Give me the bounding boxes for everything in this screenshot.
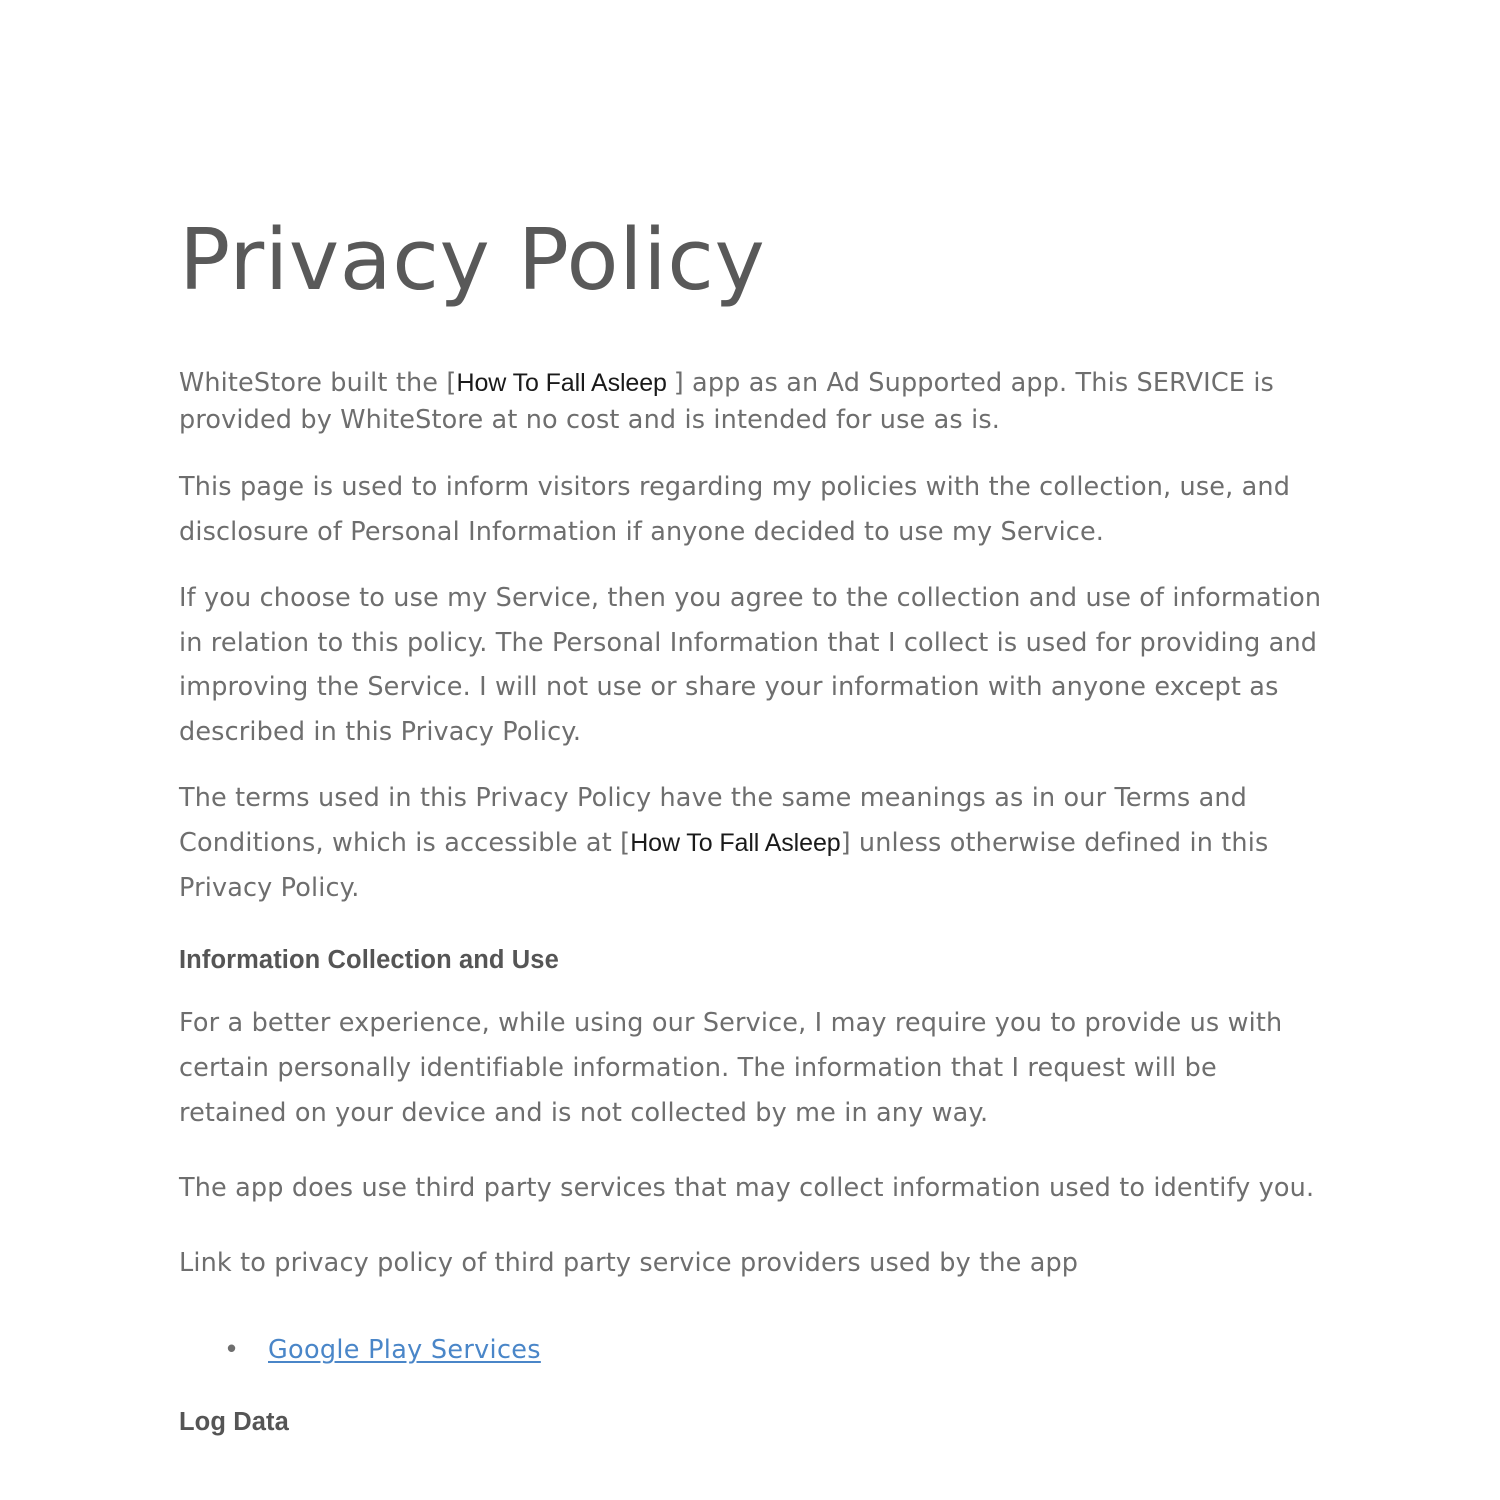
list-item: • Google Play Services <box>179 1328 1324 1373</box>
paragraph-5: For a better experience, while using our… <box>179 1008 1283 1128</box>
heading-information-collection-and-use: Information Collection and Use <box>179 945 559 974</box>
document-body: WhiteStore built the [How To Fall Asleep… <box>179 365 1324 1500</box>
paragraph-2: This page is used to inform visitors reg… <box>179 471 1291 547</box>
third-party-link-list: • Google Play Services <box>179 1328 1324 1373</box>
paragraph-4: The terms used in this Privacy Policy ha… <box>179 776 1324 911</box>
intro-text-before: WhiteStore built the [ <box>179 368 457 398</box>
page-title: Privacy Policy <box>179 211 766 310</box>
bullet-icon: • <box>224 1335 240 1366</box>
paragraph-8: I want to inform you that whenever you u… <box>179 1493 1324 1500</box>
privacy-policy-document: Privacy Policy WhiteStore built the [How… <box>0 0 1500 1500</box>
app-name-tag-1: How To Fall Asleep <box>456 369 674 397</box>
paragraph-intro: WhiteStore built the [How To Fall Asleep… <box>179 365 1324 439</box>
heading-log-data: Log Data <box>179 1408 289 1437</box>
paragraph-7: Link to privacy policy of third party se… <box>179 1247 1079 1278</box>
app-name-tag-2: How To Fall Asleep <box>630 829 841 858</box>
link-google-play-services[interactable]: Google Play Services <box>268 1335 541 1365</box>
paragraph-3: If you choose to use my Service, then yo… <box>179 582 1322 748</box>
paragraph-6: The app does use third party services th… <box>179 1172 1315 1203</box>
